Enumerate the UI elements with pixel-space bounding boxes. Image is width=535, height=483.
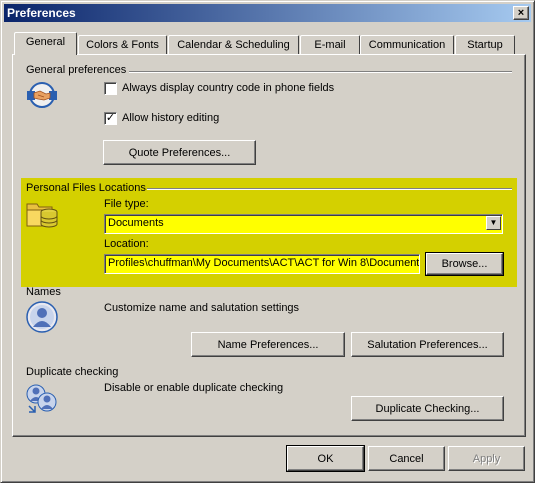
tab-label: Calendar & Scheduling [177,39,290,51]
browse-button[interactable]: Browse... [425,252,504,276]
tab-label: Communication [368,39,446,51]
group-divider [129,71,512,73]
button-label: Browse... [441,258,488,270]
group-divider [147,188,512,190]
country-code-label: Always display country code in phone fie… [122,82,335,94]
tab-communication[interactable]: Communication [360,35,454,54]
tab-general[interactable]: General [14,32,77,55]
names-heading: Names [26,286,61,298]
tab-label: General [25,36,66,48]
button-label: Duplicate Checking... [375,402,480,415]
apply-button[interactable]: Apply [448,446,525,471]
arrow-glyph: ▼ [489,218,498,227]
name-preferences-button[interactable]: Name Preferences... [191,332,345,357]
button-label: OK [317,452,334,465]
country-code-checkbox[interactable] [104,82,117,95]
duplicate-heading: Duplicate checking [26,366,119,378]
window-title: Preferences [7,6,76,20]
cancel-button[interactable]: Cancel [368,446,445,471]
file-type-value: Documents [108,217,164,229]
person-icon [26,301,58,333]
duplicate-checking-button[interactable]: Duplicate Checking... [351,396,504,421]
handshake-icon [26,81,58,109]
ok-button[interactable]: OK [286,445,365,472]
duplicate-contacts-icon [26,382,58,414]
close-icon: × [517,7,525,19]
quote-preferences-button[interactable]: Quote Preferences... [103,140,256,165]
location-input[interactable]: Profiles\chuffman\My Documents\ACT\ACT f… [104,254,420,274]
folder-database-icon [26,198,60,230]
tab-colors-fonts[interactable]: Colors & Fonts [78,35,167,54]
button-label: Quote Preferences... [128,146,231,159]
location-label: Location: [104,238,149,250]
tab-startup[interactable]: Startup [455,35,515,54]
close-button[interactable]: × [513,6,529,20]
tab-label: Colors & Fonts [86,39,159,51]
tab-label: E-mail [314,39,346,51]
history-editing-label: Allow history editing [122,112,220,124]
history-editing-checkbox[interactable]: ✓ [104,112,117,125]
button-label: Cancel [389,452,424,465]
file-type-label: File type: [104,198,149,210]
title-bar[interactable]: Preferences × [4,4,531,22]
general-heading: General preferences [26,64,127,76]
button-label: Apply [472,452,501,465]
tab-calendar-scheduling[interactable]: Calendar & Scheduling [168,35,299,54]
button-label: Name Preferences... [217,338,319,351]
location-value: Profiles\chuffman\My Documents\ACT\ACT f… [108,257,420,269]
tab-email[interactable]: E-mail [300,35,360,54]
checkmark-icon: ✓ [105,112,116,124]
tab-label: Startup [467,39,503,51]
chevron-down-icon[interactable]: ▼ [486,216,501,230]
names-description: Customize name and salutation settings [104,302,300,314]
salutation-preferences-button[interactable]: Salutation Preferences... [351,332,504,357]
file-type-dropdown[interactable]: Documents ▼ [104,214,503,234]
duplicate-description: Disable or enable duplicate checking [104,382,284,394]
button-label: Salutation Preferences... [367,338,488,351]
preferences-dialog: Preferences × General Colors & Fonts Cal… [0,0,535,483]
personal-files-heading: Personal Files Locations [26,182,146,194]
